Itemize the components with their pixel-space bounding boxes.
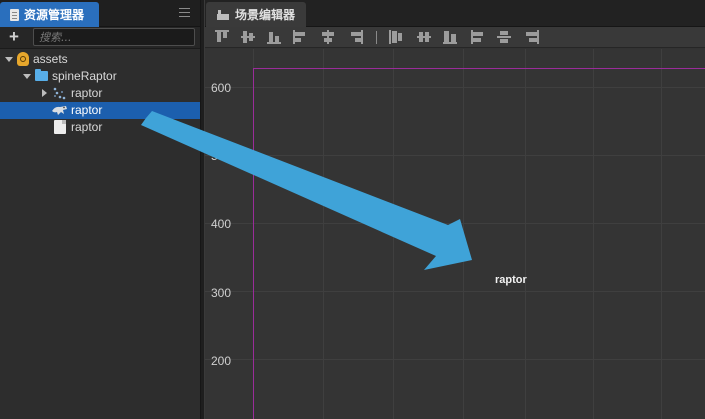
expand-arrow-icon[interactable] xyxy=(5,57,13,62)
scene-tabbar: 场景编辑器 xyxy=(205,0,705,27)
tree-item-label: raptor xyxy=(71,103,103,117)
tab-scene-editor[interactable]: 场景编辑器 xyxy=(206,2,306,27)
tree-item-label: raptor xyxy=(71,120,103,134)
tree-item-assets[interactable]: assets xyxy=(0,51,200,68)
align-bottom-icon[interactable] xyxy=(267,30,281,44)
scene-canvas[interactable]: 600 500 400 300 200 raptor xyxy=(205,49,705,419)
tree-item-raptor-spine[interactable]: raptor xyxy=(0,85,200,102)
distribute-horizontal-center-icon[interactable] xyxy=(497,30,511,44)
tree-item-label: assets xyxy=(33,52,68,66)
tree-item-raptor-skeleton[interactable]: raptor xyxy=(0,102,200,119)
y-label-200: 200 xyxy=(211,354,232,368)
assets-toolbar: + xyxy=(0,27,200,49)
scene-node-raptor[interactable]: raptor xyxy=(495,274,527,286)
scene-panel: 场景编辑器 600 500 400 300 200 raptor xyxy=(205,0,705,419)
document-icon xyxy=(10,8,19,21)
tree-item-label: spineRaptor xyxy=(52,69,117,83)
align-left-icon[interactable] xyxy=(293,30,307,44)
distribute-top-icon[interactable] xyxy=(389,30,403,44)
tree-item-label: raptor xyxy=(71,86,103,100)
design-resolution-border-top xyxy=(253,68,705,69)
collapse-arrow-icon[interactable] xyxy=(42,89,47,97)
tab-scene-label: 场景编辑器 xyxy=(235,8,296,22)
distribute-bottom-icon[interactable] xyxy=(443,30,457,44)
folder-icon xyxy=(35,69,48,81)
database-icon xyxy=(17,52,29,66)
align-top-icon[interactable] xyxy=(215,30,229,44)
align-right-icon[interactable] xyxy=(349,30,363,44)
y-label-500: 500 xyxy=(211,149,232,163)
y-label-300: 300 xyxy=(211,286,232,300)
align-vertical-center-icon[interactable] xyxy=(241,30,255,44)
tab-assets-label: 资源管理器 xyxy=(24,8,85,22)
asset-tree: assets spineRaptor raptor raptor raptor xyxy=(0,51,200,136)
search-input[interactable] xyxy=(34,29,194,45)
tree-item-spineRaptor[interactable]: spineRaptor xyxy=(0,68,200,85)
scene-icon xyxy=(217,9,229,20)
raptor-skeleton-icon xyxy=(52,106,67,115)
y-label-400: 400 xyxy=(211,217,232,231)
align-horizontal-center-icon[interactable] xyxy=(321,30,335,44)
add-asset-button[interactable]: + xyxy=(6,27,22,47)
search-box xyxy=(33,28,195,46)
assets-tabbar: 资源管理器 xyxy=(0,0,200,27)
spine-dots-icon xyxy=(53,87,66,100)
toolbar-separator xyxy=(376,31,377,44)
distribute-right-icon[interactable] xyxy=(525,30,539,44)
tree-item-raptor-file[interactable]: raptor xyxy=(0,119,200,136)
file-icon xyxy=(54,120,66,134)
y-label-600: 600 xyxy=(211,81,232,95)
align-toolbar xyxy=(205,27,705,48)
assets-panel: 资源管理器 + assets spineRaptor raptor xyxy=(0,0,200,419)
panel-menu-icon[interactable] xyxy=(179,8,190,17)
y-axis-ruler: 600 500 400 300 200 xyxy=(205,49,253,419)
distribute-vertical-center-icon[interactable] xyxy=(417,30,431,44)
design-resolution-border-left xyxy=(253,68,254,419)
expand-arrow-icon[interactable] xyxy=(23,74,31,79)
distribute-left-icon[interactable] xyxy=(471,30,485,44)
tab-assets[interactable]: 资源管理器 xyxy=(0,2,99,27)
